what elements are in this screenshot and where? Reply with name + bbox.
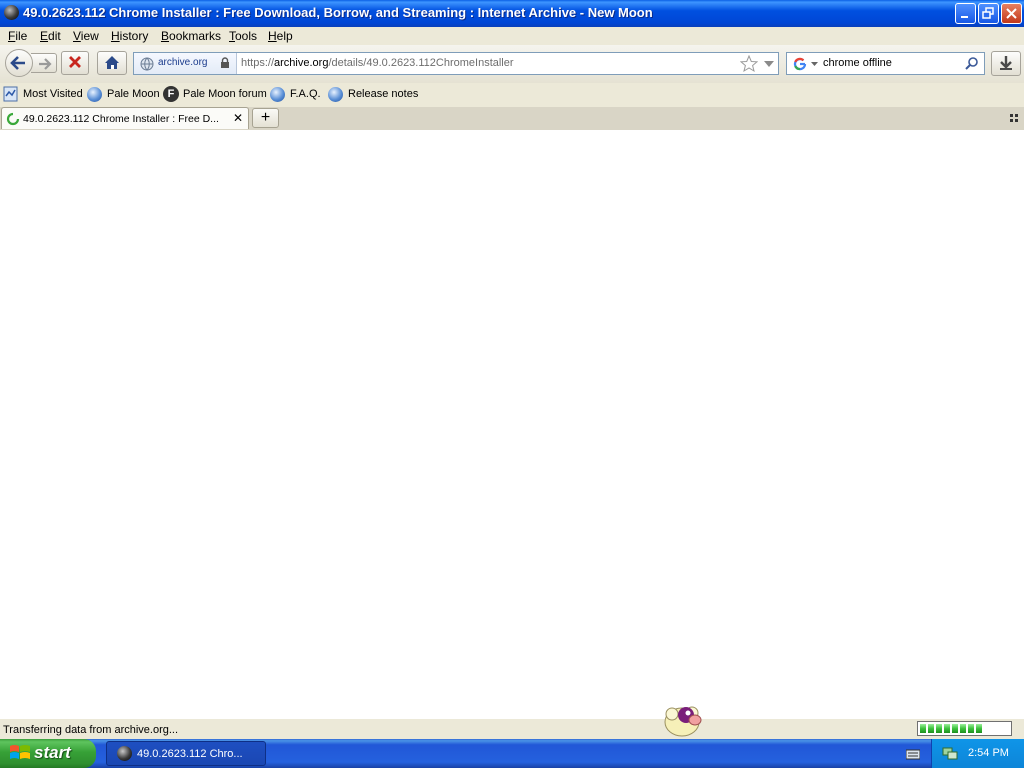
site-identity-button[interactable]: archive.org	[134, 53, 237, 74]
search-bar[interactable]: chrome offline	[786, 52, 985, 75]
forward-arrow-icon	[39, 58, 52, 70]
minimize-button[interactable]	[955, 3, 976, 24]
keyboard-tray-icon[interactable]	[906, 748, 920, 760]
taskbar-item-new-moon[interactable]: 49.0.2623.112 Chro...	[106, 741, 266, 766]
home-button[interactable]	[97, 51, 127, 75]
globe-icon	[140, 57, 154, 71]
new-tab-button[interactable]: +	[252, 108, 279, 128]
close-window-button[interactable]	[1001, 3, 1022, 24]
tab-bar: 49.0.2623.112 Chrome Installer : Free D.…	[0, 107, 1024, 131]
progress-bar	[917, 721, 1012, 736]
dropdown-arrow-icon[interactable]	[763, 60, 775, 70]
loading-throbber-icon	[6, 112, 20, 126]
release-notes-globe-icon	[328, 87, 343, 102]
navigation-toolbar: archive.org https://archive.org/details/…	[0, 45, 1024, 83]
forum-f-icon: F	[163, 86, 179, 102]
clock[interactable]: 2:54 PM	[968, 747, 1009, 759]
back-button[interactable]	[5, 49, 33, 77]
windows-taskbar: start 49.0.2623.112 Chro... 2:54 PM	[0, 739, 1024, 768]
bookmark-pale-moon-forum[interactable]: Pale Moon forum	[183, 88, 267, 100]
menu-bookmarks[interactable]: Bookmarks	[161, 29, 221, 43]
page-content-area[interactable]	[0, 130, 1024, 718]
menu-view[interactable]: View	[73, 29, 99, 43]
url-bar[interactable]: archive.org https://archive.org/details/…	[133, 52, 779, 75]
network-tray-icon[interactable]	[942, 745, 958, 761]
start-button[interactable]: start	[0, 739, 96, 768]
window-title: 49.0.2623.112 Chrome Installer : Free Do…	[23, 5, 653, 20]
minimize-icon	[961, 16, 968, 18]
restore-icon	[982, 7, 994, 19]
progress-segment	[968, 724, 974, 733]
progress-segment	[920, 724, 926, 733]
menu-history[interactable]: History	[111, 29, 148, 43]
search-input-value: chrome offline	[823, 57, 892, 69]
restore-button[interactable]	[978, 3, 999, 24]
stop-icon	[69, 56, 81, 68]
progress-segment	[944, 724, 950, 733]
downloads-button[interactable]	[991, 51, 1021, 76]
start-label: start	[34, 743, 71, 762]
progress-segment	[960, 724, 966, 733]
status-text: Transferring data from archive.org...	[3, 724, 179, 736]
engine-dropdown-icon	[811, 62, 818, 66]
windows-logo-icon	[10, 745, 30, 759]
bookmark-star-icon[interactable]	[740, 55, 758, 73]
taskbar-item-label: 49.0.2623.112 Chro...	[137, 748, 243, 760]
progress-segment	[952, 724, 958, 733]
bookmark-faq[interactable]: F.A.Q.	[290, 88, 321, 100]
lock-icon	[221, 57, 229, 68]
download-arrow-icon	[1000, 56, 1012, 70]
bookmark-release-notes[interactable]: Release notes	[348, 88, 418, 100]
menu-edit[interactable]: Edit	[40, 29, 61, 43]
status-bar: Transferring data from archive.org...	[0, 718, 1024, 740]
menu-bar: File Edit View History Bookmarks Tools H…	[0, 27, 1024, 45]
forward-button[interactable]	[31, 53, 57, 73]
bookmarks-toolbar: Most Visited Pale Moon F Pale Moon forum…	[0, 83, 1024, 107]
list-all-tabs-icon[interactable]	[1010, 114, 1018, 122]
back-arrow-icon	[10, 56, 25, 70]
menu-file[interactable]: File	[8, 29, 27, 43]
new-moon-app-icon	[4, 5, 19, 20]
tab-active[interactable]: 49.0.2623.112 Chrome Installer : Free D.…	[1, 107, 249, 129]
sheep-mascot-icon	[664, 706, 702, 737]
pale-moon-globe-icon	[87, 87, 102, 102]
identity-label: archive.org	[158, 57, 208, 68]
progress-segment	[936, 724, 942, 733]
url-text: https://archive.org/details/49.0.2623.11…	[241, 57, 514, 69]
menu-tools[interactable]: Tools	[229, 29, 257, 43]
most-visited-icon	[3, 86, 19, 102]
bookmark-most-visited[interactable]: Most Visited	[23, 88, 83, 100]
google-engine-icon[interactable]	[792, 56, 808, 72]
home-icon	[105, 56, 119, 69]
menu-help[interactable]: Help	[268, 29, 293, 43]
tab-label: 49.0.2623.112 Chrome Installer : Free D.…	[23, 113, 219, 125]
tab-close-icon[interactable]: ✕	[233, 111, 243, 125]
progress-segment	[928, 724, 934, 733]
close-icon	[1006, 8, 1017, 19]
progress-segment	[976, 724, 982, 733]
search-icon[interactable]	[964, 56, 980, 72]
bookmark-pale-moon[interactable]: Pale Moon	[107, 88, 160, 100]
new-moon-taskbar-icon	[117, 746, 132, 761]
stop-button[interactable]	[61, 51, 89, 75]
title-bar[interactable]: 49.0.2623.112 Chrome Installer : Free Do…	[0, 0, 1024, 27]
system-tray: 2:54 PM	[931, 739, 1024, 768]
faq-globe-icon	[270, 87, 285, 102]
